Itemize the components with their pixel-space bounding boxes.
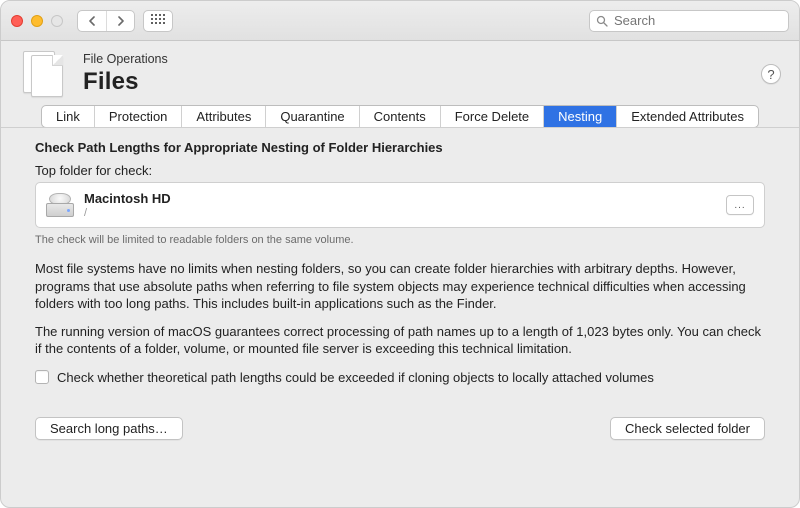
tab-quarantine[interactable]: Quarantine: [266, 106, 359, 127]
close-icon[interactable]: [11, 15, 23, 27]
tab-link[interactable]: Link: [42, 106, 95, 127]
volume-icon: [46, 193, 74, 217]
top-folder-label: Top folder for check:: [35, 163, 765, 178]
description-paragraph-2: The running version of macOS guarantees …: [35, 323, 765, 358]
forward-button[interactable]: [106, 11, 134, 31]
window-controls: [11, 15, 63, 27]
checkbox-icon[interactable]: [35, 370, 49, 384]
pane-header: File Operations Files ?: [1, 41, 799, 105]
folder-hint: The check will be limited to readable fo…: [35, 234, 765, 246]
browse-folder-button[interactable]: ...: [726, 195, 754, 215]
zoom-icon: [51, 15, 63, 27]
action-buttons: Search long paths… Check selected folder: [35, 417, 765, 440]
tab-contents[interactable]: Contents: [360, 106, 441, 127]
search-field[interactable]: [589, 10, 789, 32]
nesting-content: Check Path Lengths for Appropriate Nesti…: [1, 128, 799, 454]
search-icon: [596, 15, 608, 27]
back-button[interactable]: [78, 11, 106, 31]
section-title: Check Path Lengths for Appropriate Nesti…: [35, 140, 765, 155]
tab-bar: Link Protection Attributes Quarantine Co…: [41, 105, 759, 128]
grid-icon: [151, 14, 165, 28]
tab-extended-attributes[interactable]: Extended Attributes: [617, 106, 758, 127]
search-input[interactable]: [614, 13, 782, 28]
tab-force-delete[interactable]: Force Delete: [441, 106, 544, 127]
description-paragraph-1: Most file systems have no limits when ne…: [35, 260, 765, 313]
preferences-window: File Operations Files ? Link Protection …: [0, 0, 800, 508]
nav-segmented: [77, 10, 135, 32]
show-all-button[interactable]: [143, 10, 173, 32]
checkbox-label: Check whether theoretical path lengths c…: [57, 370, 654, 385]
files-pane-icon: [19, 49, 69, 99]
search-long-paths-button[interactable]: Search long paths…: [35, 417, 183, 440]
pane-title: Files: [83, 68, 747, 96]
clone-check-option[interactable]: Check whether theoretical path lengths c…: [35, 370, 765, 385]
minimize-icon[interactable]: [31, 15, 43, 27]
check-selected-folder-button[interactable]: Check selected folder: [610, 417, 765, 440]
help-button[interactable]: ?: [761, 64, 781, 84]
folder-path: /: [84, 207, 171, 219]
folder-name: Macintosh HD: [84, 191, 171, 206]
pane-subtitle: File Operations: [83, 52, 747, 66]
tab-protection[interactable]: Protection: [95, 106, 183, 127]
tab-nesting[interactable]: Nesting: [544, 106, 617, 127]
titlebar: [1, 1, 799, 41]
top-folder-well: Macintosh HD / ...: [35, 182, 765, 228]
tab-attributes[interactable]: Attributes: [182, 106, 266, 127]
